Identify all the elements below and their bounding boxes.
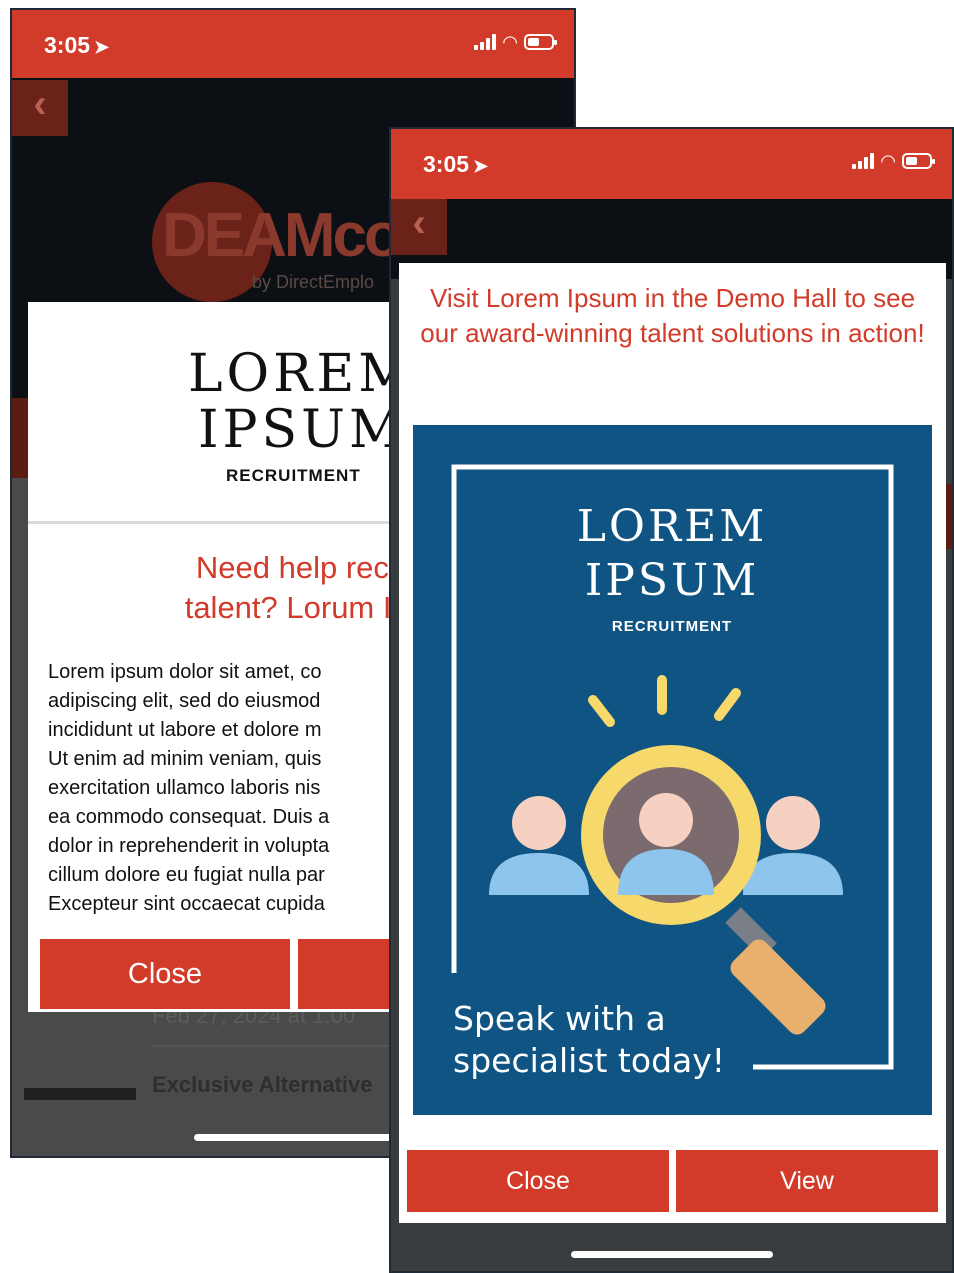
logo-line-3: RECRUITMENT (226, 466, 361, 485)
list-item-thumbnail (24, 1088, 136, 1100)
poster-line-1: LOREM (577, 501, 768, 552)
poster-graphic: LOREM IPSUM RECRUITMENT Speak with a spe… (451, 464, 894, 1080)
close-button[interactable]: Close (40, 939, 290, 1009)
logo-line-2: IPSUM (198, 400, 407, 460)
status-bar: 3:05 ➤ ◠ (12, 10, 574, 78)
poster-tagline-1: Speak with a (453, 999, 666, 1038)
logo-line-1: LOREM (188, 344, 416, 404)
poster-line-3: RECRUITMENT (612, 618, 732, 635)
person-left-icon (489, 796, 589, 895)
status-bar: 3:05 ➤ ◠ (391, 129, 952, 199)
status-time: 3:05 ➤ (423, 151, 489, 177)
wifi-icon: ◠ (502, 32, 518, 52)
app-content-dimmed (391, 1223, 952, 1271)
app-logo-subtitle: by DirectEmplo (252, 272, 375, 292)
magnifier-lens-icon (581, 745, 761, 925)
poster-line-2: IPSUM (585, 555, 759, 606)
sparkle-rays-icon (588, 675, 741, 727)
back-button[interactable]: ‹ (391, 199, 447, 255)
app-logo-text: DEAMco (162, 201, 402, 270)
location-arrow-icon: ➤ (94, 37, 110, 57)
close-button[interactable]: Close (407, 1150, 669, 1212)
location-arrow-icon: ➤ (473, 156, 489, 176)
signal-icon (474, 34, 497, 50)
wifi-icon: ◠ (880, 151, 896, 171)
magnifier-handle-icon (725, 907, 826, 1035)
battery-icon (524, 34, 557, 50)
modal-title: Visit Lorem Ipsum in the Demo Hall to se… (420, 283, 925, 348)
status-time: 3:05 ➤ (44, 32, 110, 58)
poster-tagline-2: specialist today! (453, 1041, 725, 1080)
back-button[interactable]: ‹ (12, 80, 68, 136)
demo-hall-modal: Visit Lorem Ipsum in the Demo Hall to se… (399, 263, 946, 1223)
view-button[interactable]: View (676, 1150, 938, 1212)
battery-icon (902, 153, 935, 169)
home-indicator[interactable] (194, 1134, 404, 1141)
list-item-title: Exclusive Alternative (152, 1072, 373, 1097)
signal-icon (852, 153, 875, 169)
phone-screenshot-right: 3:05 ➤ ◠ ‹ Visit Lorem Ipsum in the Demo … (389, 127, 954, 1273)
home-indicator[interactable] (571, 1251, 773, 1258)
sponsor-poster: LOREM IPSUM RECRUITMENT Speak with a spe… (413, 425, 932, 1115)
